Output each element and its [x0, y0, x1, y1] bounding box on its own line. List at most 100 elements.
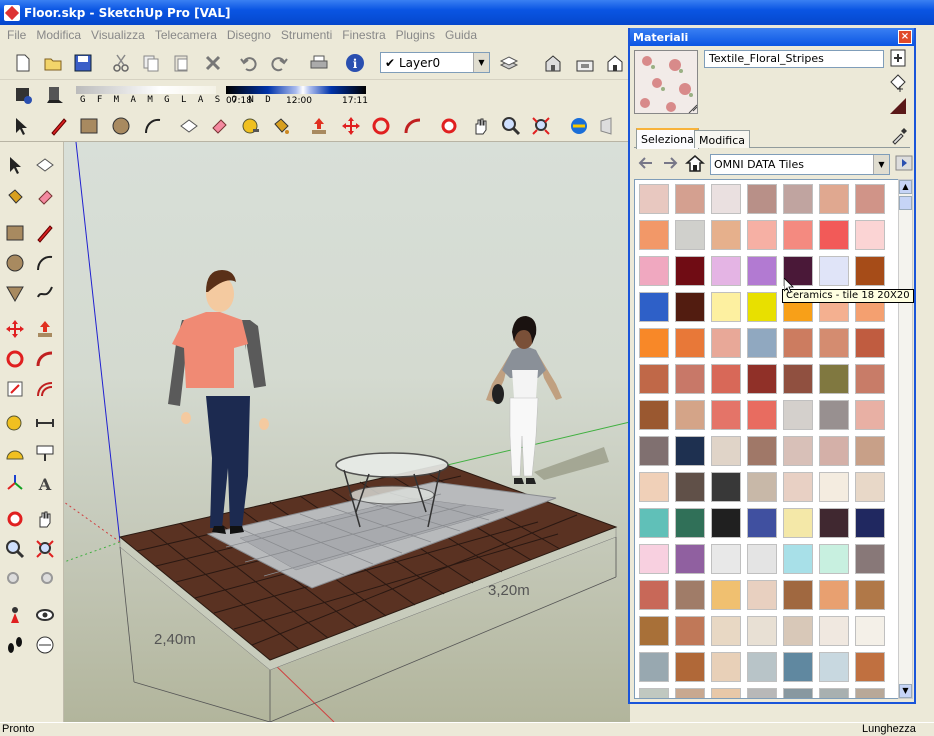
- zoom-extents-icon[interactable]: [32, 536, 58, 562]
- materials-titlebar[interactable]: Materiali ×: [630, 28, 914, 46]
- details-arrow-icon[interactable]: [894, 152, 914, 174]
- display-shadows-icon[interactable]: [42, 82, 68, 108]
- material-swatch[interactable]: [783, 652, 813, 682]
- material-swatch[interactable]: [855, 184, 885, 214]
- menu-strumenti[interactable]: Strumenti: [276, 28, 337, 42]
- material-swatch[interactable]: [783, 508, 813, 538]
- material-swatch[interactable]: [747, 508, 777, 538]
- rotate-icon[interactable]: [2, 346, 28, 372]
- material-swatch[interactable]: [747, 256, 777, 286]
- pencil-line-icon[interactable]: [46, 113, 72, 139]
- push-pull-icon[interactable]: [306, 113, 332, 139]
- menu-visualizza[interactable]: Visualizza: [86, 28, 150, 42]
- axes-icon[interactable]: [2, 470, 28, 496]
- material-swatch[interactable]: [819, 544, 849, 574]
- menu-file[interactable]: File: [2, 28, 31, 42]
- model-info-icon[interactable]: i: [342, 50, 368, 76]
- home-icon[interactable]: [684, 152, 706, 174]
- default-material-icon[interactable]: [888, 72, 908, 92]
- select-arrow-icon[interactable]: [8, 113, 34, 139]
- tape-measure-icon[interactable]: [238, 113, 264, 139]
- material-swatch[interactable]: [711, 328, 741, 358]
- material-swatch[interactable]: [783, 400, 813, 430]
- save-icon[interactable]: [70, 50, 96, 76]
- material-swatch[interactable]: [855, 436, 885, 466]
- menu-guida[interactable]: Guida: [440, 28, 482, 42]
- material-swatch[interactable]: [855, 652, 885, 682]
- material-swatch[interactable]: [747, 616, 777, 646]
- material-swatch[interactable]: [819, 256, 849, 286]
- material-swatch[interactable]: [747, 400, 777, 430]
- material-name-field[interactable]: Textile_Floral_Stripes: [704, 50, 884, 68]
- menu-disegno[interactable]: Disegno: [222, 28, 276, 42]
- material-swatch[interactable]: [747, 220, 777, 250]
- material-swatch[interactable]: [855, 508, 885, 538]
- move-icon[interactable]: [2, 316, 28, 342]
- modeling-viewport[interactable]: 2,40m 3,20m: [64, 142, 630, 722]
- material-swatch[interactable]: [675, 292, 705, 322]
- material-swatch[interactable]: [711, 508, 741, 538]
- cut-icon[interactable]: [108, 50, 134, 76]
- material-swatch[interactable]: [747, 184, 777, 214]
- material-swatch[interactable]: [711, 652, 741, 682]
- material-swatch[interactable]: [783, 364, 813, 394]
- swatch-scrollbar[interactable]: ▲ ▼: [898, 179, 913, 699]
- material-swatch[interactable]: [855, 544, 885, 574]
- material-swatch[interactable]: [819, 688, 849, 698]
- material-swatch[interactable]: [783, 616, 813, 646]
- freehand-icon[interactable]: [32, 280, 58, 306]
- material-swatch[interactable]: [855, 688, 885, 698]
- material-swatch[interactable]: [639, 220, 669, 250]
- tape-measure-icon[interactable]: [2, 410, 28, 436]
- menu-modifica[interactable]: Modifica: [31, 28, 86, 42]
- make-component-icon[interactable]: [176, 113, 202, 139]
- material-swatch[interactable]: [639, 508, 669, 538]
- zoom-extents-icon[interactable]: [528, 113, 554, 139]
- material-swatch[interactable]: [639, 256, 669, 286]
- material-swatch[interactable]: [819, 364, 849, 394]
- polygon-icon[interactable]: [2, 280, 28, 306]
- material-swatch[interactable]: [675, 472, 705, 502]
- eraser-icon[interactable]: [32, 184, 58, 210]
- pencil-line-icon[interactable]: [32, 220, 58, 246]
- material-swatch[interactable]: [819, 472, 849, 502]
- material-swatch[interactable]: [711, 472, 741, 502]
- house-top-icon[interactable]: [572, 50, 598, 76]
- time-slider-track[interactable]: [226, 86, 366, 94]
- material-swatch[interactable]: [639, 580, 669, 610]
- material-swatch[interactable]: [855, 364, 885, 394]
- material-swatch[interactable]: [747, 580, 777, 610]
- material-swatch[interactable]: [711, 400, 741, 430]
- material-swatch[interactable]: [783, 328, 813, 358]
- material-swatch[interactable]: [675, 544, 705, 574]
- material-swatch[interactable]: [639, 400, 669, 430]
- material-swatch[interactable]: [675, 184, 705, 214]
- material-swatch[interactable]: [747, 472, 777, 502]
- section-plane-icon[interactable]: [32, 632, 58, 658]
- house-iso-icon[interactable]: [540, 50, 566, 76]
- forward-arrow-icon[interactable]: [660, 152, 680, 174]
- material-swatch[interactable]: [639, 616, 669, 646]
- month-slider-track[interactable]: [76, 86, 216, 94]
- pan-hand-icon[interactable]: [32, 506, 58, 532]
- material-swatch[interactable]: [783, 436, 813, 466]
- share-model-icon[interactable]: [596, 113, 622, 139]
- chevron-down-icon[interactable]: ▼: [873, 155, 889, 174]
- follow-me-icon[interactable]: [400, 113, 426, 139]
- erase-icon[interactable]: [200, 50, 226, 76]
- chevron-down-icon[interactable]: ▼: [473, 53, 489, 72]
- circle-icon[interactable]: [2, 250, 28, 276]
- material-swatch[interactable]: [819, 436, 849, 466]
- eyedropper-icon[interactable]: [888, 124, 910, 146]
- create-material-icon[interactable]: [888, 48, 908, 68]
- open-folder-icon[interactable]: [40, 50, 66, 76]
- rectangle-icon[interactable]: [76, 113, 102, 139]
- get-models-icon[interactable]: [566, 113, 592, 139]
- paint-bucket-icon[interactable]: [268, 113, 294, 139]
- material-swatch[interactable]: [639, 292, 669, 322]
- material-swatch[interactable]: [711, 184, 741, 214]
- material-swatch[interactable]: [711, 220, 741, 250]
- material-swatch[interactable]: [639, 436, 669, 466]
- material-swatch[interactable]: [639, 688, 669, 698]
- circle-icon[interactable]: [108, 113, 134, 139]
